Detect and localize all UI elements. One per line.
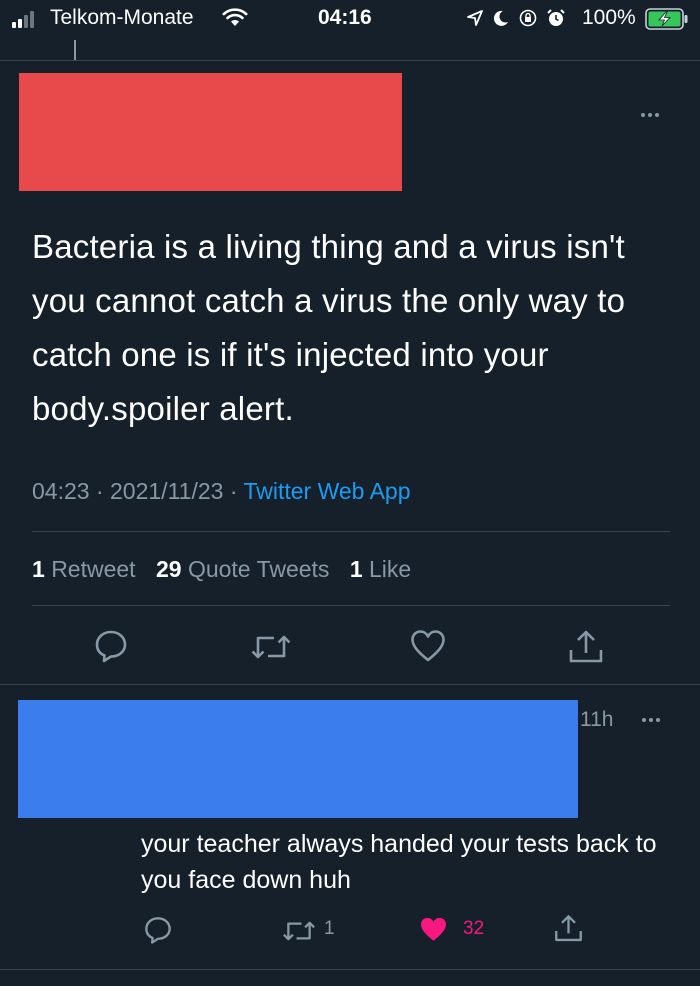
meta-separator: · [229, 478, 238, 504]
quotes-label: Quote Tweets [187, 556, 330, 582]
more-dot [642, 718, 646, 722]
battery-percentage: 100% [582, 6, 636, 29]
alarm-icon [547, 9, 565, 26]
reply-timestamp: 11h [580, 708, 614, 731]
retweets-count: 1 [32, 556, 45, 582]
tweet-divider [0, 684, 700, 685]
tweet-text: Bacteria is a living thing and a virus i… [32, 228, 626, 427]
status-icons [466, 8, 566, 28]
meta-divider [32, 531, 670, 532]
quotes-stat[interactable]: 29 Quote Tweets [156, 556, 329, 582]
reply-share-icon[interactable] [553, 913, 584, 944]
share-icon[interactable] [567, 628, 605, 666]
redacted-reply-author-block [18, 700, 578, 818]
reply-reply-icon[interactable] [143, 915, 173, 945]
more-dot [655, 113, 659, 117]
signal-icon [12, 10, 34, 28]
reply-retweet-count: 1 [324, 918, 335, 939]
reply-more-button[interactable] [642, 718, 660, 722]
more-dot [641, 113, 645, 117]
moon-icon [493, 10, 508, 26]
meta-separator: · [95, 478, 104, 504]
clock: 04:16 [318, 6, 372, 29]
quotes-count: 29 [155, 556, 182, 582]
tweet-source-link[interactable]: Twitter Web App [243, 478, 410, 504]
tweet-time: 04:23 [32, 478, 90, 504]
rotation-lock-icon [519, 9, 537, 27]
reply-icon[interactable] [93, 628, 129, 664]
header-divider [0, 60, 700, 61]
reply-text: your teacher always handed your tests ba… [141, 830, 657, 894]
stats-divider [32, 605, 670, 606]
retweet-icon[interactable] [249, 630, 293, 664]
reply-like-icon[interactable] [418, 915, 449, 944]
status-bar: Telkom-Monate 04:16 100% [0, 0, 700, 40]
tweet-date: 2021/11/23 [110, 478, 224, 504]
like-icon[interactable] [409, 628, 447, 664]
tweet-more-button[interactable] [641, 113, 659, 117]
reply-retweet-icon[interactable] [281, 917, 317, 945]
tweet-meta: 04:23 · 2021/11/23 · Twitter Web App [32, 478, 411, 505]
tweet-stats: 1 Retweet 29 Quote Tweets 1 Like [32, 556, 411, 583]
likes-stat[interactable]: 1 Like [350, 556, 411, 582]
retweets-label: Retweet [51, 556, 136, 582]
likes-label: Like [369, 556, 412, 582]
wifi-icon [222, 8, 248, 26]
scroll-indicator [74, 40, 76, 60]
retweets-stat[interactable]: 1 Retweet [32, 556, 136, 582]
more-dot [649, 718, 653, 722]
redacted-author-block [19, 73, 402, 191]
location-arrow-icon [467, 10, 483, 26]
more-dot [648, 113, 652, 117]
more-dot [656, 718, 660, 722]
carrier-name: Telkom-Monate [50, 6, 194, 29]
reply-divider [0, 969, 700, 970]
likes-count: 1 [349, 556, 363, 582]
reply-like-count: 32 [463, 918, 485, 939]
battery-charging-icon [645, 8, 688, 30]
